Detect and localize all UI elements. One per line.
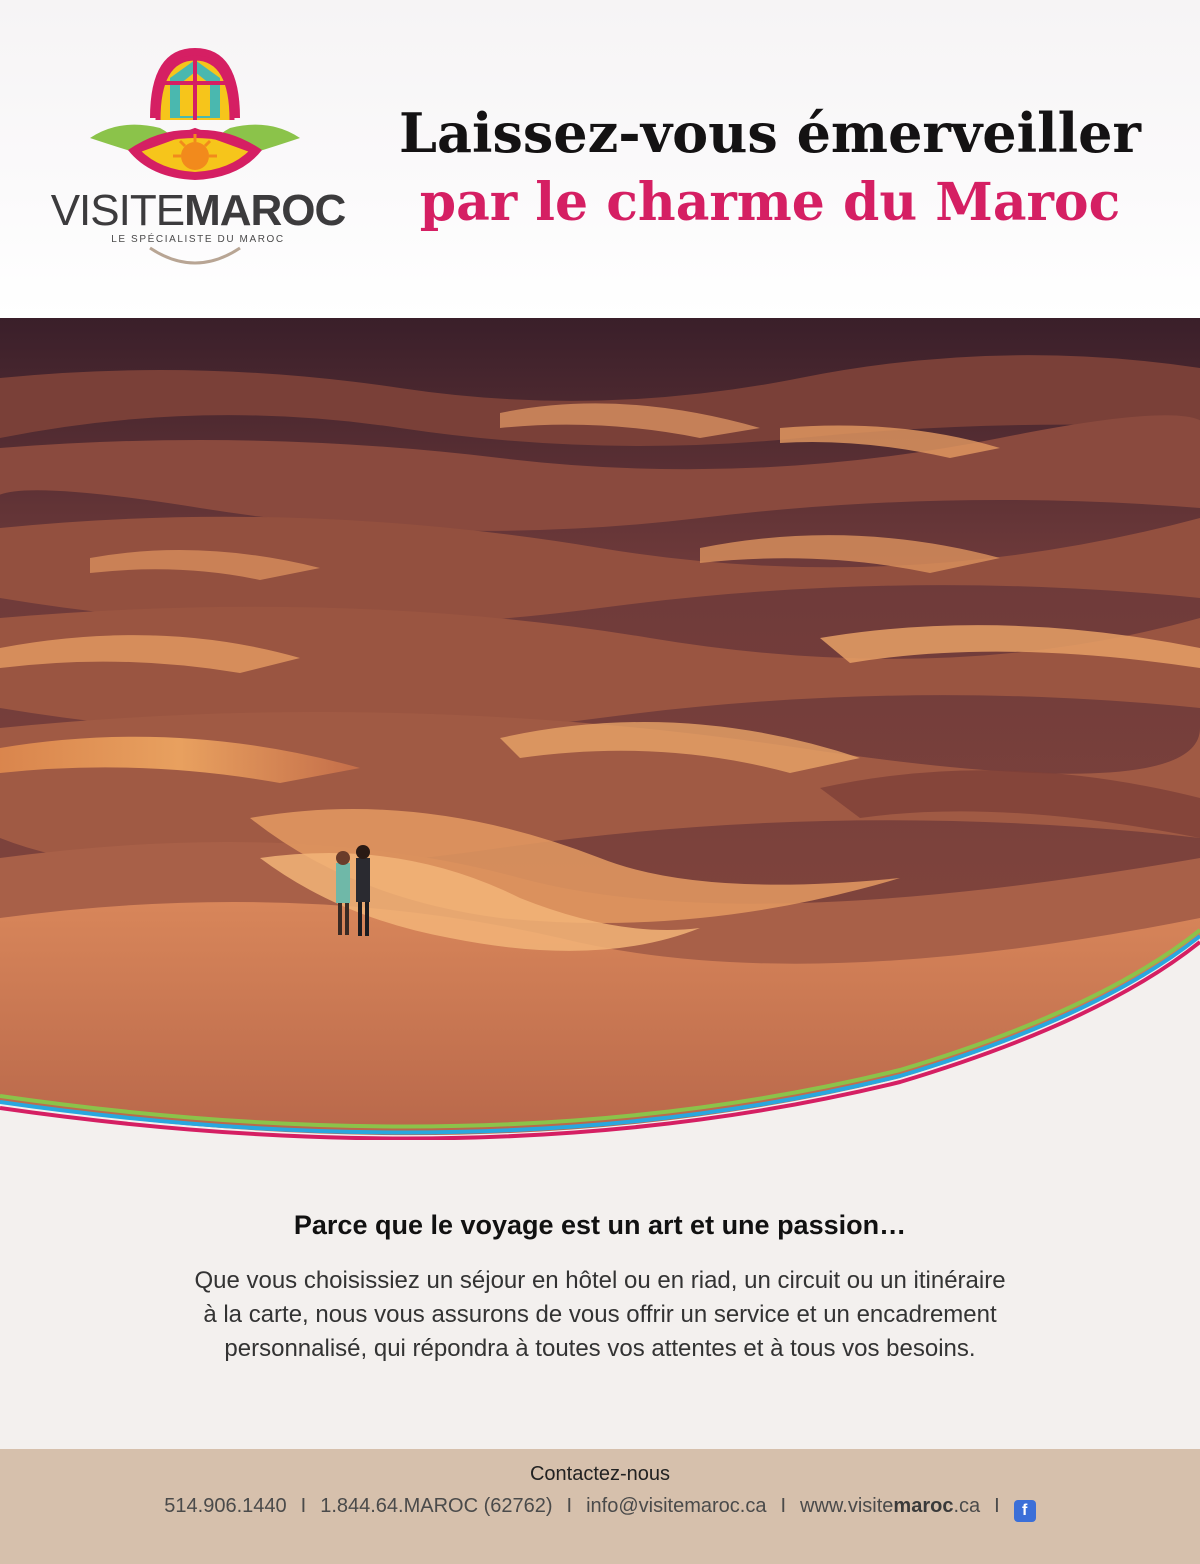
website-prefix: www.visite bbox=[800, 1495, 894, 1517]
contact-footer: Contactez-nous 514.906.1440 I 1.844.64.MAR… bbox=[0, 1449, 1200, 1564]
facebook-icon[interactable]: f bbox=[1013, 1500, 1036, 1522]
headline-line-1: Laissez-vous émerveiller bbox=[399, 101, 1141, 165]
logo-swoosh-icon bbox=[149, 246, 241, 265]
phone-tollfree-link[interactable]: 1.844.64.MAROC (62762) bbox=[320, 1495, 552, 1517]
separator: I bbox=[994, 1495, 1000, 1517]
page: VISITEMAROC LE SPÉCIALISTE DU MAROC Lais… bbox=[0, 0, 1200, 1564]
intro-line: personnalisé, qui répondra à toutes vos … bbox=[224, 1335, 976, 1362]
website-suffix: .ca bbox=[953, 1495, 981, 1517]
intro-line: à la carte, nous vous assurons de vous o… bbox=[203, 1301, 997, 1328]
header: VISITEMAROC LE SPÉCIALISTE DU MAROC Lais… bbox=[0, 0, 1200, 318]
website-link[interactable]: www.visitemaroc.ca bbox=[800, 1495, 980, 1517]
intro-line: Que vous choisissiez un séjour en hôtel … bbox=[194, 1267, 1006, 1294]
desert-dunes-photo bbox=[0, 318, 1200, 1141]
intro-lead: Parce que le voyage est un art et une pa… bbox=[293, 1210, 907, 1240]
logo-emblem-icon bbox=[90, 48, 300, 180]
headline-line-2: par le charme du Maroc bbox=[419, 172, 1121, 233]
logo-name-light: VISITE bbox=[50, 186, 185, 235]
intro-paragraph: Que vous choisissiez un séjour en hôtel … bbox=[150, 1264, 1050, 1366]
contact-line: 514.906.1440 I 1.844.64.MAROC (62762) Iinfo… bbox=[0, 1495, 1200, 1522]
intro-section: Parce que le voyage est un art et une pa… bbox=[0, 1140, 1200, 1450]
phone-local-link[interactable]: 514.906.1440 bbox=[164, 1495, 286, 1517]
logo-name-bold: MAROC bbox=[184, 186, 346, 235]
separator: I bbox=[780, 1495, 787, 1517]
separator: I bbox=[300, 1495, 307, 1517]
website-bold: maroc bbox=[893, 1495, 954, 1517]
logo-wordmark: VISITEMAROC bbox=[48, 186, 348, 236]
desert-illustration bbox=[0, 318, 1200, 1141]
contact-title: Contactez-nous bbox=[529, 1463, 671, 1485]
visitemaroc-logo[interactable]: VISITEMAROC LE SPÉCIALISTE DU MAROC bbox=[40, 38, 350, 278]
email-link[interactable]: info@visitemaroc.ca bbox=[586, 1495, 766, 1517]
separator: I bbox=[566, 1495, 573, 1517]
